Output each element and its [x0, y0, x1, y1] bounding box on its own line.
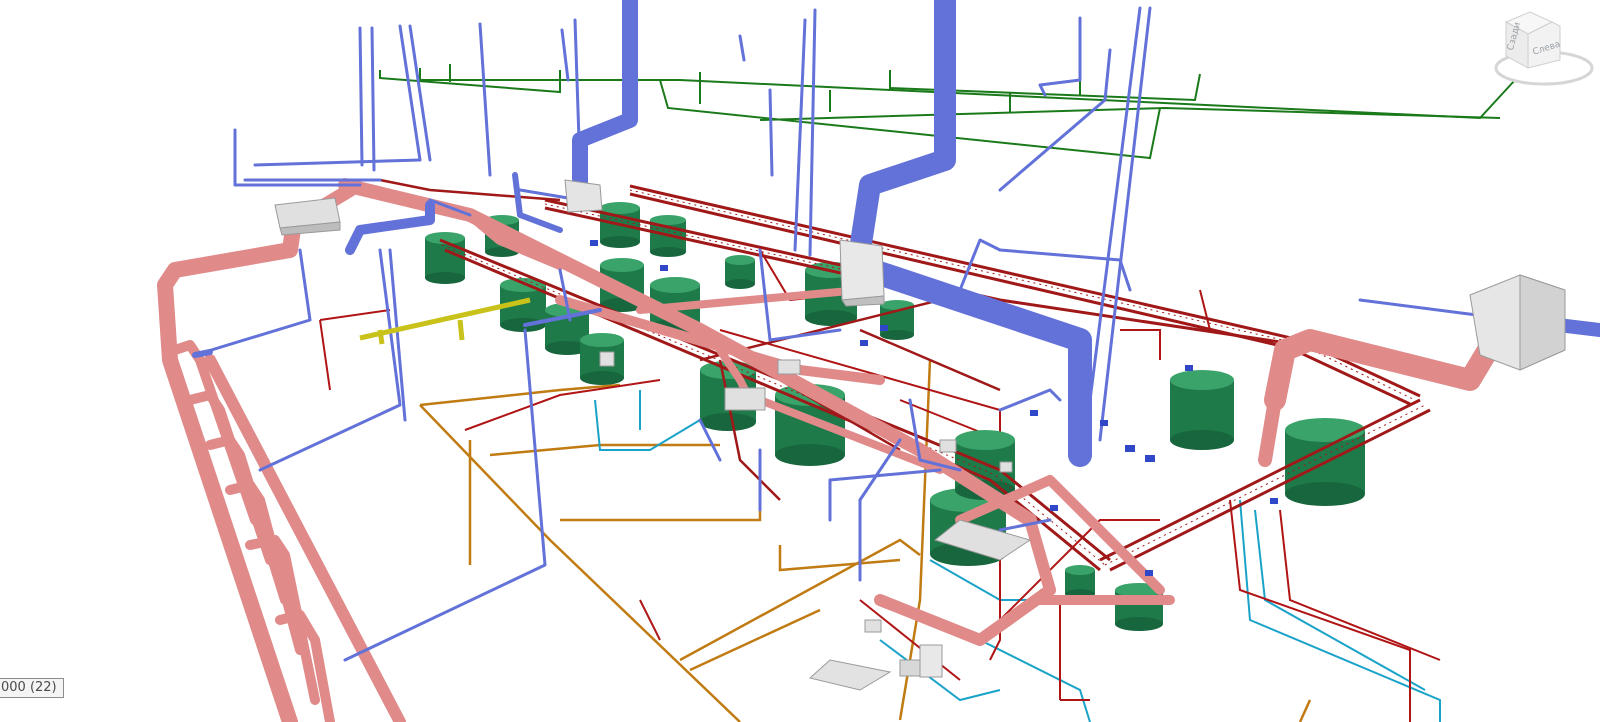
air-handling-unit — [564, 179, 603, 213]
toilet — [899, 644, 943, 678]
tank — [425, 232, 465, 284]
scale-label: 000 (22) — [1, 680, 57, 695]
viewcube-icon: Сзади Слева — [1494, 11, 1594, 86]
air-handling-unit — [274, 197, 341, 236]
sink — [808, 659, 892, 691]
tank — [1170, 370, 1234, 450]
tank — [1065, 565, 1095, 599]
tank — [725, 255, 755, 289]
mep-3d-model[interactable] — [0, 0, 1600, 722]
tank — [880, 300, 914, 340]
viewcube[interactable]: Сзади Слева — [1492, 8, 1596, 88]
scale-indicator[interactable]: 000 (22) — [0, 678, 64, 698]
air-handling-unit — [1469, 274, 1566, 371]
air-handling-unit — [839, 239, 885, 307]
3d-model-viewport[interactable]: Сзади Слева 000 (22) — [0, 0, 1600, 722]
